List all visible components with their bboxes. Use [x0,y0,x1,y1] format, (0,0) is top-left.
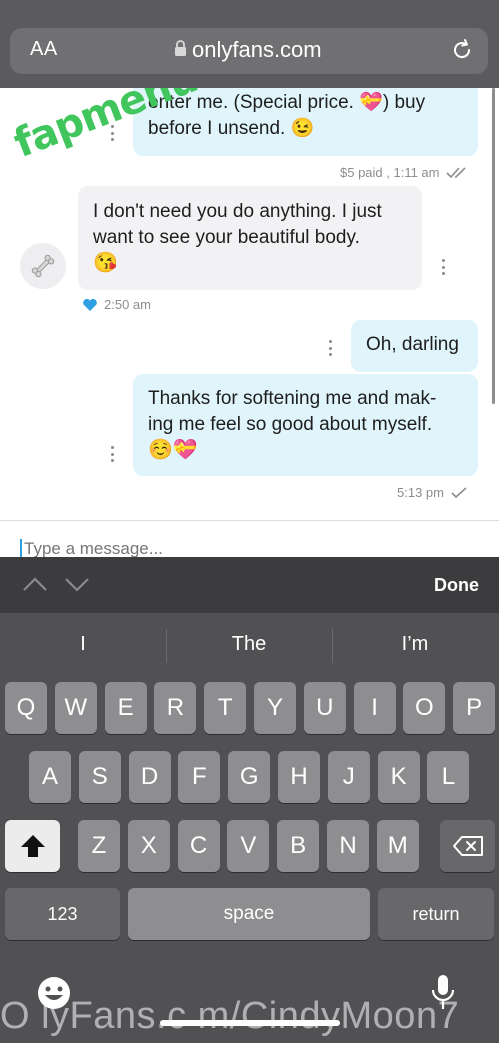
chevron-down-icon[interactable] [64,575,90,593]
message-bubble-outgoing[interactable]: Oh, darling [351,320,478,372]
key-u[interactable]: U [303,682,346,734]
key-w[interactable]: W [54,682,97,734]
key-o[interactable]: O [403,682,446,734]
message-emoji: ☺️💝 [148,439,198,461]
message-line: ing me feel so good about myself. [148,414,433,435]
check-icon [451,486,467,498]
key-d[interactable]: D [128,751,171,803]
message-line: want to see your beautiful body. [93,227,360,248]
key-a[interactable]: A [29,751,71,803]
message-options-icon[interactable] [441,259,445,275]
message-time: 5:13 pm [397,485,444,500]
keyboard: I The I’m QWERTYUIOP ASDFGHJKL ZXCVBNM 1… [0,613,499,1043]
message-composer [0,520,499,559]
key-b[interactable]: B [277,820,320,872]
chevron-up-icon[interactable] [22,575,48,593]
suggestion-3[interactable]: I’m [332,633,498,656]
backspace-key[interactable] [440,820,495,872]
message-meta: $5 paid , 1:11 am [340,165,470,180]
message-meta: 5:13 pm [397,485,470,500]
shift-icon [20,835,45,857]
done-button[interactable]: Done [434,575,479,596]
avatar[interactable] [20,243,66,289]
heart-icon [83,298,97,311]
message-time: 2:50 am [104,297,151,312]
message-options-icon[interactable] [328,340,332,356]
backspace-icon [452,836,483,856]
message-input[interactable] [20,539,420,559]
reload-icon[interactable] [450,38,474,62]
message-bubble-outgoing[interactable]: Thanks for softening me and mak- ing me … [133,374,478,476]
footer-watermark: O lyFans.c m/CindyMoon7 [0,995,460,1037]
key-n[interactable]: N [327,820,369,872]
message-options-icon[interactable] [110,446,114,462]
key-c[interactable]: C [177,820,220,872]
address-bar[interactable]: AA onlyfans.com [10,28,488,74]
suggestion-1[interactable]: I [0,633,166,656]
browser-chrome: AA onlyfans.com [0,14,499,88]
key-g[interactable]: G [228,751,271,803]
shift-key[interactable] [5,820,60,872]
key-s[interactable]: S [78,751,121,803]
message-bubble-incoming[interactable]: I don't need you do anything. I just wan… [78,186,422,290]
return-key[interactable]: return [378,888,494,940]
key-x[interactable]: X [127,820,170,872]
message-line: before I unsend. 😉 [148,118,315,139]
key-i[interactable]: I [353,682,396,734]
lock-icon [175,40,186,56]
key-t[interactable]: T [204,682,247,734]
bone-icon [31,254,55,278]
key-v[interactable]: V [227,820,270,872]
key-h[interactable]: H [278,751,320,803]
status-bar [0,0,499,14]
keyboard-accessory-bar: Done [0,557,499,613]
message-meta: 2:50 am [82,297,151,312]
chat-thread[interactable]: enter me. (Special price. 💝) buy before … [0,88,499,520]
space-key[interactable]: space [128,888,370,940]
suggestion-2[interactable]: The [166,633,332,656]
key-m[interactable]: M [376,820,419,872]
numbers-key[interactable]: 123 [5,888,120,940]
key-l[interactable]: L [427,751,470,803]
message-status: $5 paid , 1:11 am [340,165,440,180]
text-size-button[interactable]: AA [30,38,58,61]
home-indicator [160,1020,340,1026]
key-q[interactable]: Q [5,682,47,734]
message-line: I don't need you do anything. I just [93,201,382,222]
key-j[interactable]: J [327,751,370,803]
key-f[interactable]: F [178,751,221,803]
key-y[interactable]: Y [254,682,296,734]
message-line: Oh, darling [366,334,459,355]
message-line: Thanks for softening me and mak- [148,388,437,409]
double-check-icon [445,166,466,178]
key-k[interactable]: K [377,751,420,803]
scrollbar[interactable] [492,88,495,404]
url-text[interactable]: onlyfans.com [192,37,322,63]
key-r[interactable]: R [154,682,197,734]
key-p[interactable]: P [453,682,496,734]
key-z[interactable]: Z [78,820,120,872]
message-emoji: 😘 [93,252,118,274]
key-e[interactable]: E [104,682,147,734]
